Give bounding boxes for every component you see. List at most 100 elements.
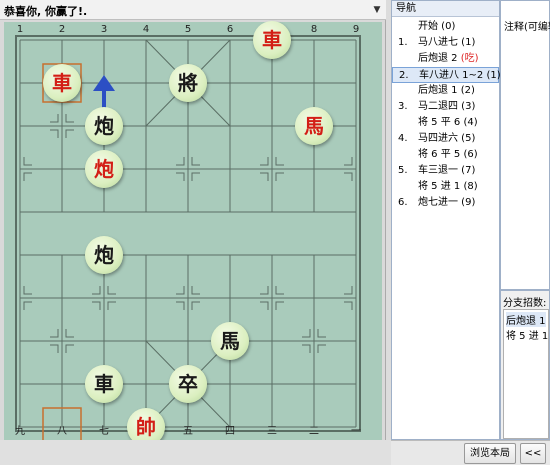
- position-marker: [275, 301, 284, 310]
- move-list-item[interactable]: 后炮退 2 (吃): [392, 51, 499, 67]
- top-file-label: 9: [353, 24, 359, 35]
- bottom-file-label: 七: [99, 425, 109, 437]
- menu-dropdown-icon[interactable]: ▼: [372, 4, 382, 16]
- move-notation: 开始 (0): [418, 21, 456, 32]
- bottom-file-label: 八: [57, 426, 67, 437]
- piece-red[interactable]: 炮: [85, 150, 123, 188]
- browse-game-button[interactable]: 浏览本局: [464, 443, 516, 464]
- top-file-label: 8: [311, 24, 317, 35]
- move-list-item[interactable]: 将 6 平 5 (6): [392, 147, 499, 163]
- piece-black[interactable]: 炮: [85, 236, 123, 274]
- position-marker: [191, 286, 200, 295]
- capture-mark: (吃): [460, 53, 479, 64]
- position-marker: [176, 286, 185, 295]
- move-number: 3.: [398, 101, 408, 112]
- navigation-panel: 导航 开始 (0) 1. 马八进七 (1) 后炮退 2 (吃) 2. 车八进八 1~2 (…: [391, 0, 501, 440]
- piece-black[interactable]: 馬: [211, 322, 249, 360]
- move-number: 2.: [399, 70, 409, 81]
- branch-item[interactable]: 将 5 进 1: [506, 327, 548, 342]
- position-marker: [191, 172, 200, 181]
- move-notation: 车三退一 (7): [418, 165, 476, 176]
- move-list-item[interactable]: 3. 马二退四 (3): [392, 99, 499, 115]
- piece-red[interactable]: 車: [253, 21, 291, 59]
- top-file-label: 4: [143, 24, 149, 35]
- bottom-file-label: 四: [225, 426, 235, 437]
- piece-black[interactable]: 車: [85, 365, 123, 403]
- left-status-bar: [0, 440, 391, 465]
- app-window: 恭喜你, 你赢了!. ▼ 123456789九八七六五四三二一 車將車炮炮馬炮馬…: [0, 0, 550, 465]
- move-notation: 后炮退 1 (2): [418, 85, 475, 96]
- position-marker: [23, 286, 32, 295]
- branch-item[interactable]: 后炮退 1: [506, 312, 546, 327]
- notes-panel[interactable]: 注释(可编辑: [500, 0, 550, 290]
- move-notation: 将 5 进 1 (8): [418, 181, 478, 192]
- position-marker: [92, 301, 101, 310]
- notes-title: 注释(可编辑: [504, 22, 550, 33]
- move-list-item[interactable]: 1. 马八进七 (1): [392, 35, 499, 51]
- piece-red[interactable]: 馬: [295, 107, 333, 145]
- position-marker: [302, 329, 311, 338]
- move-number: 1.: [398, 37, 408, 48]
- position-marker: [302, 344, 311, 353]
- branch-list: 后炮退 1将 5 进 1: [503, 309, 549, 439]
- branch-title: 分支招数:: [503, 298, 547, 309]
- branch-panel: 分支招数: 后炮退 1将 5 进 1: [500, 290, 550, 440]
- position-marker: [65, 344, 74, 353]
- bottom-file-label: 九: [15, 425, 25, 437]
- position-marker: [65, 114, 74, 123]
- move-list-item[interactable]: 6. 炮七进一 (9): [392, 195, 499, 211]
- position-marker: [107, 286, 116, 295]
- position-marker: [107, 301, 116, 310]
- bottom-file-label: 三: [267, 426, 277, 437]
- nav-title: 导航: [392, 1, 499, 17]
- move-notation: 马四进六 (5): [418, 133, 476, 144]
- move-list-item[interactable]: 4. 马四进六 (5): [392, 131, 499, 147]
- move-list-item[interactable]: 将 5 平 6 (4): [392, 115, 499, 131]
- move-notation: 将 6 平 5 (6): [418, 149, 478, 160]
- position-marker: [344, 286, 353, 295]
- position-marker: [23, 301, 32, 310]
- position-marker: [50, 129, 59, 138]
- move-notation: 车八进八 1~2 (1): [419, 70, 501, 81]
- board-status-title: 恭喜你, 你赢了!.: [4, 5, 88, 18]
- position-marker: [317, 344, 326, 353]
- position-marker: [65, 129, 74, 138]
- move-notation: 炮七进一 (9): [418, 197, 476, 208]
- move-list-item[interactable]: 5. 车三退一 (7): [392, 163, 499, 179]
- piece-black[interactable]: 卒: [169, 365, 207, 403]
- piece-red[interactable]: 車: [43, 64, 81, 102]
- position-marker: [50, 344, 59, 353]
- board-titlebar: 恭喜你, 你赢了!. ▼: [0, 0, 386, 20]
- move-number: 4.: [398, 133, 408, 144]
- move-list-item[interactable]: 将 5 进 1 (8): [392, 179, 499, 195]
- position-marker: [50, 114, 59, 123]
- board-panel: 恭喜你, 你赢了!. ▼ 123456789九八七六五四三二一 車將車炮炮馬炮馬…: [0, 0, 386, 446]
- position-marker: [92, 286, 101, 295]
- piece-black[interactable]: 炮: [85, 107, 123, 145]
- xiangqi-board[interactable]: 123456789九八七六五四三二一 車將車炮炮馬炮馬車卒帥: [4, 21, 382, 446]
- top-file-label: 6: [227, 24, 233, 35]
- move-list-item[interactable]: 后炮退 1 (2): [392, 83, 499, 99]
- position-marker: [65, 329, 74, 338]
- move-notation: 将 5 平 6 (4): [418, 117, 478, 128]
- move-list-item[interactable]: 开始 (0): [392, 19, 499, 35]
- move-list-item[interactable]: 2. 车八进八 1~2 (1): [392, 67, 501, 83]
- position-marker: [344, 157, 353, 166]
- move-number: 6.: [398, 197, 408, 208]
- move-number: 5.: [398, 165, 408, 176]
- position-marker: [344, 301, 353, 310]
- position-marker: [275, 286, 284, 295]
- position-marker: [260, 157, 269, 166]
- position-marker: [260, 172, 269, 181]
- move-notation: 后炮退 2 (吃): [418, 53, 479, 64]
- piece-black[interactable]: 將: [169, 64, 207, 102]
- bottom-toolbar: 浏览本局 <<: [391, 440, 550, 465]
- top-file-label: 2: [59, 24, 65, 35]
- previous-button[interactable]: <<: [520, 443, 546, 464]
- position-marker: [23, 172, 32, 181]
- position-marker: [260, 286, 269, 295]
- bottom-file-label: 一: [351, 426, 361, 437]
- position-marker: [344, 172, 353, 181]
- position-marker: [23, 157, 32, 166]
- position-marker: [176, 157, 185, 166]
